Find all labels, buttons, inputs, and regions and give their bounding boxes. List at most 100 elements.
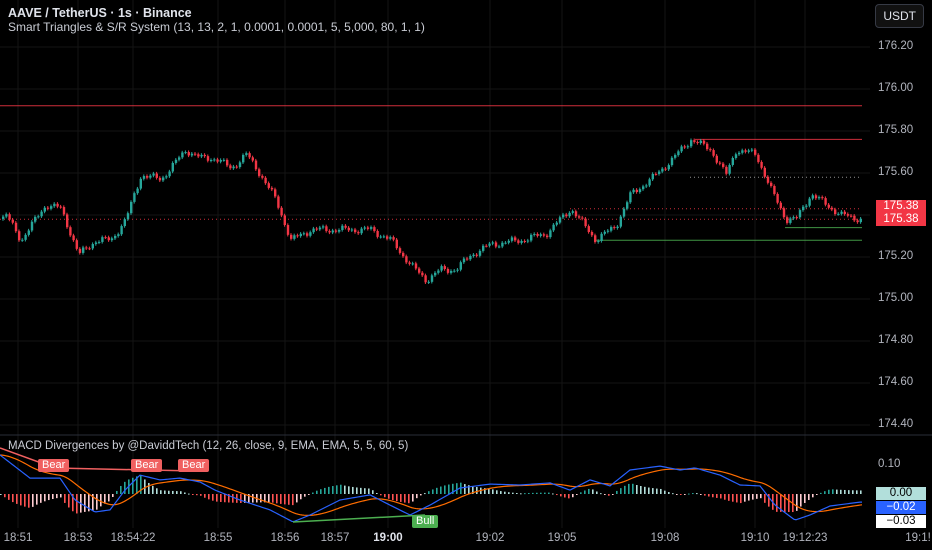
macd-histogram-bar — [552, 493, 554, 495]
macd-histogram-bar — [8, 494, 10, 500]
candle — [498, 246, 501, 248]
candle — [101, 237, 104, 242]
macd-histogram-bar — [736, 494, 738, 503]
candle — [690, 140, 693, 147]
macd-histogram-bar — [200, 494, 202, 496]
macd-histogram-bar — [576, 494, 578, 495]
candle — [754, 149, 757, 155]
candle — [514, 237, 517, 241]
candle — [341, 225, 344, 230]
candle — [155, 173, 158, 178]
candle — [133, 193, 136, 202]
macd-histogram-bar — [28, 494, 30, 508]
candle — [526, 240, 530, 242]
macd-histogram-bar — [716, 494, 718, 498]
candle — [190, 153, 194, 156]
candle — [88, 248, 91, 250]
candle — [482, 245, 485, 251]
macd-histogram-bar — [44, 494, 46, 502]
candle — [50, 206, 53, 209]
candle — [856, 220, 859, 223]
candle — [859, 218, 862, 223]
candle — [773, 186, 776, 194]
candle — [53, 203, 56, 207]
candle — [693, 140, 696, 142]
candle — [402, 252, 405, 257]
candle — [648, 179, 651, 186]
candle — [85, 247, 88, 249]
macd-histogram-bar — [496, 490, 498, 494]
indicator-legend[interactable]: Smart Triangles & S/R System (13, 13, 2,… — [8, 20, 425, 34]
macd-histogram-bar — [836, 489, 838, 494]
macd-histogram-bar — [288, 494, 290, 505]
macd-signal-tag: −0.03 — [876, 515, 926, 528]
macd-histogram-bar — [568, 494, 570, 499]
candle — [302, 233, 306, 235]
macd-histogram-bar — [756, 494, 758, 499]
macd-histogram-bar — [708, 494, 710, 497]
time-axis-label: 19:1! — [905, 532, 931, 544]
candle — [178, 157, 181, 160]
candle — [418, 268, 421, 273]
macd-histogram-bar — [240, 494, 242, 503]
candle — [552, 224, 555, 231]
candle — [850, 215, 853, 217]
macd-histogram-bar — [824, 491, 826, 494]
candle — [43, 207, 46, 212]
candle — [274, 189, 277, 197]
candle — [674, 155, 677, 158]
candle — [443, 266, 446, 270]
candle — [290, 234, 293, 239]
candle — [760, 161, 763, 168]
price-axis-label: 175.00 — [878, 292, 914, 304]
candle — [411, 263, 414, 265]
macd-histogram-bar — [832, 489, 834, 494]
candle — [91, 244, 94, 249]
candle — [258, 169, 261, 176]
candle — [581, 217, 584, 219]
macd-histogram-bar — [816, 494, 818, 495]
candle — [731, 158, 734, 165]
macd-histogram-bar — [60, 494, 62, 498]
candle — [146, 176, 149, 178]
bull-label: Bull — [412, 515, 439, 528]
macd-histogram-bar — [192, 494, 194, 495]
candle — [571, 211, 574, 213]
macd-histogram-bar — [528, 492, 530, 494]
macd-histogram-bar — [204, 494, 206, 498]
macd-histogram-bar — [20, 494, 22, 506]
macd-histogram-bar — [152, 485, 154, 494]
symbol-title[interactable]: AAVE / TetherUS · 1s · Binance — [8, 6, 192, 20]
macd-histogram-bar — [364, 488, 366, 494]
macd-histogram-bar — [860, 490, 862, 494]
candle — [75, 240, 78, 249]
macd-legend[interactable]: MACD Divergences by @DaviddTech (12, 26,… — [8, 440, 408, 452]
candle — [200, 154, 203, 157]
macd-histogram-bar — [372, 490, 374, 494]
candle — [338, 229, 341, 232]
price-axis-label: 175.80 — [878, 124, 914, 136]
macd-histogram-bar — [180, 491, 182, 494]
macd-histogram-bar — [36, 494, 38, 505]
candle — [213, 159, 216, 161]
candle — [107, 237, 110, 241]
macd-histogram-bar — [316, 490, 318, 494]
time-axis-label: 18:56 — [270, 532, 300, 544]
price-axis-label: 175.60 — [878, 166, 914, 178]
candle — [94, 242, 98, 245]
macd-histogram-bar — [332, 486, 334, 494]
candle — [661, 168, 664, 172]
macd-histogram-bar — [120, 485, 122, 494]
candle — [434, 272, 437, 276]
macd-histogram-bar — [100, 494, 102, 507]
macd-histogram-bar — [324, 487, 326, 494]
macd-histogram-bar — [432, 489, 434, 494]
candle — [501, 242, 504, 247]
macd-histogram-bar — [84, 494, 86, 512]
macd-histogram-bar — [68, 494, 70, 508]
macd-histogram-bar — [660, 488, 662, 494]
candle — [568, 212, 571, 217]
currency-button[interactable]: USDT — [875, 4, 924, 28]
macd-histogram-bar — [160, 490, 162, 494]
candle — [344, 225, 347, 228]
